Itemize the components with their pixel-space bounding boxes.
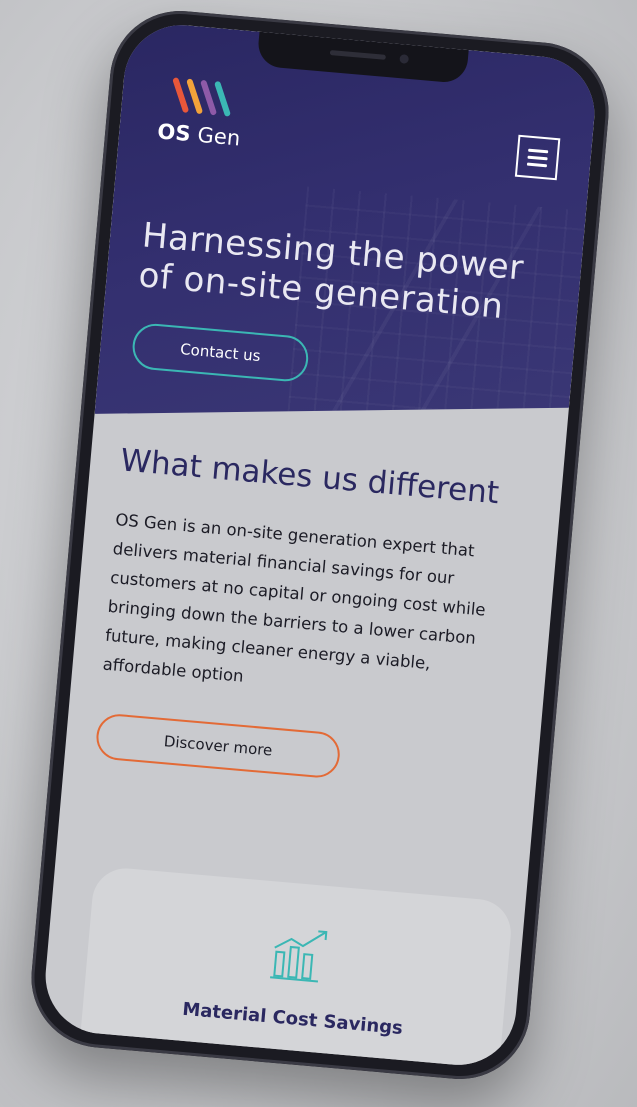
about-section: What makes us different OS Gen is an on-… <box>94 441 531 794</box>
card-title: Material Cost Savings <box>181 998 404 1040</box>
feature-card[interactable]: Material Cost Savings <box>75 865 514 1070</box>
speaker-grille <box>329 50 386 60</box>
hamburger-icon <box>528 148 549 153</box>
discover-more-button[interactable]: Discover more <box>94 712 342 780</box>
logo-stripes-icon <box>172 77 231 117</box>
hamburger-icon <box>526 162 548 167</box>
brand-logo[interactable]: OS Gen <box>155 73 282 173</box>
brand-name-bold: OS <box>156 119 192 147</box>
section-body: OS Gen is an on-site generation expert t… <box>101 510 487 686</box>
phone-screen: OS Gen Harnessing the power of on-site g… <box>40 20 600 1070</box>
chart-growth-icon <box>270 930 328 983</box>
brand-name-regular: Gen <box>189 122 242 151</box>
hamburger-icon <box>527 155 548 160</box>
section-title: What makes us different <box>119 442 501 512</box>
front-camera <box>399 54 410 64</box>
hamburger-menu-button[interactable] <box>514 134 561 181</box>
phone-frame: OS Gen Harnessing the power of on-site g… <box>25 5 615 1085</box>
brand-name: OS Gen <box>156 119 241 150</box>
